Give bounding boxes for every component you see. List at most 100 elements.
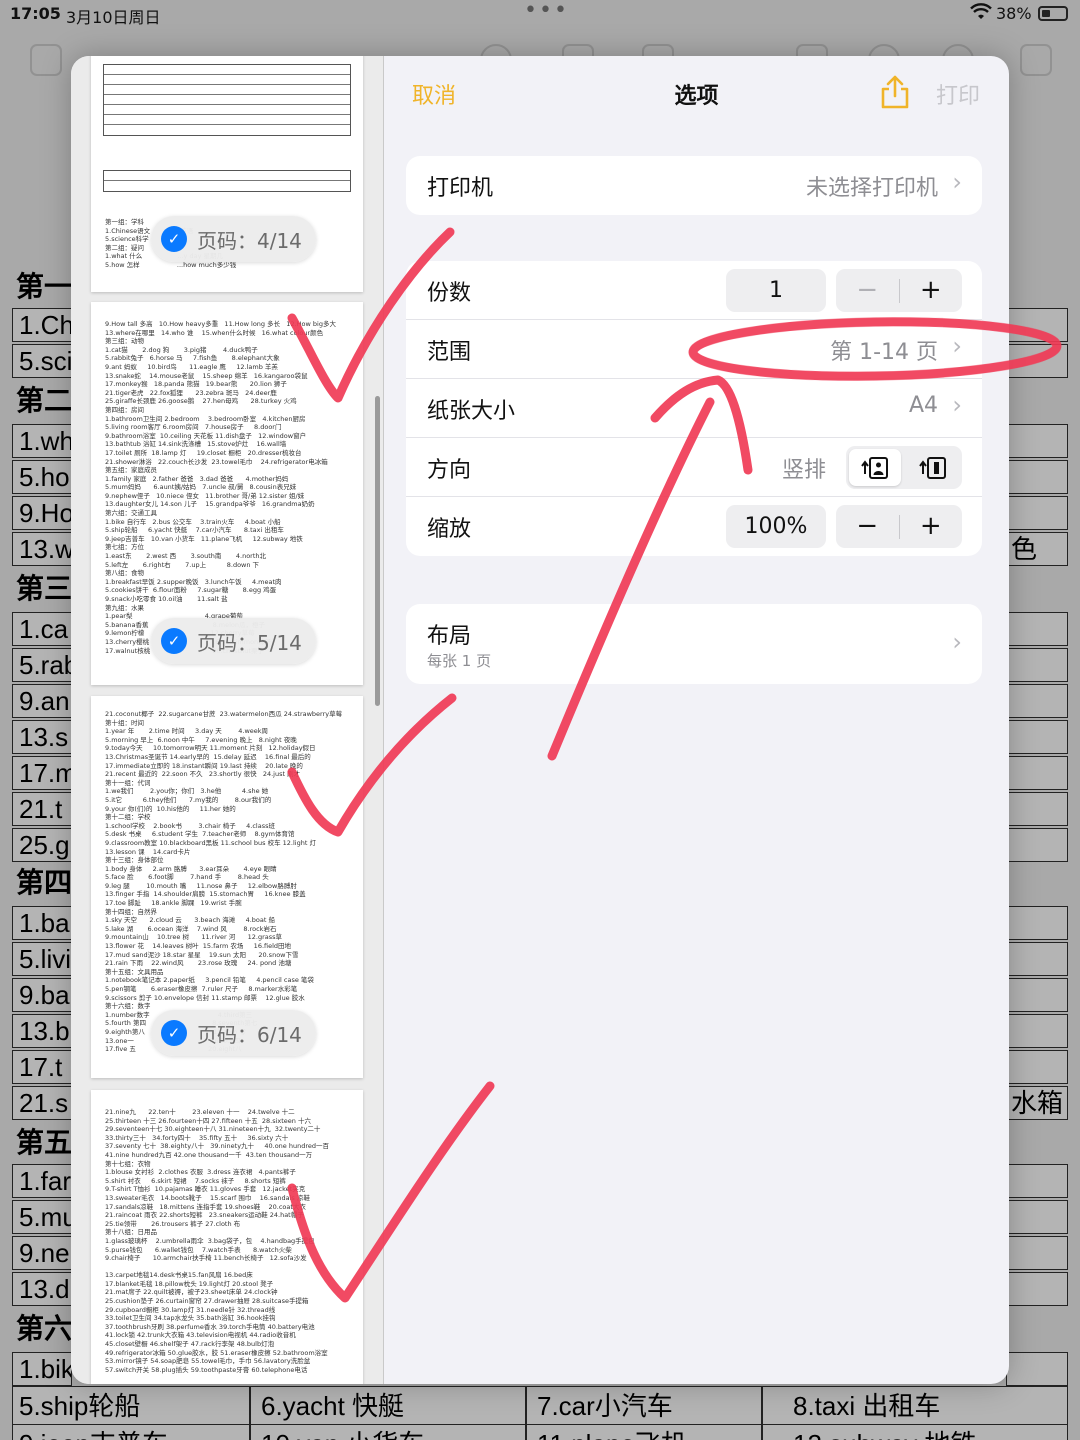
printer-group: 打印机 未选择打印机 › (406, 156, 982, 215)
copies-label: 份数 (427, 281, 472, 306)
bg-heading: 第三 (16, 573, 73, 604)
chevron-right-icon: › (952, 391, 962, 419)
bg-cell: 13.s (12, 720, 72, 754)
paper-size-label: 纸张大小 (427, 399, 516, 424)
orientation-segmented-control (846, 446, 962, 489)
layout-row[interactable]: 布局 每张 1 页 › (406, 604, 982, 684)
bg-heading: 第六 (16, 1313, 73, 1344)
bg-cell-right (1006, 1200, 1068, 1234)
bg-bottom-row-cut: 9.jeep吉普车 10.van 小货车 11.plane飞机 12.subwa… (12, 1424, 1068, 1440)
range-row[interactable]: 范围 第 1-14 页 › (406, 320, 982, 379)
options-title: 选项 (674, 84, 719, 109)
chevron-right-icon: › (952, 628, 962, 656)
page-badge: ✓ 页码：6/14 (151, 1010, 316, 1056)
scale-input[interactable]: 100% (726, 505, 826, 548)
bg-heading: 第二 (16, 385, 73, 416)
page-thumbnail[interactable]: 21.nine九 22.ten十 23.eleven 十一 24.twelve … (91, 1090, 363, 1384)
print-options-sheet: 第一组：学科 1.Chinese语文 ...ish 英语 5.science科学… (71, 56, 1009, 1384)
bg-cell-right (1006, 1050, 1068, 1084)
bg-cell: 13.d (12, 1272, 72, 1306)
copies-row: 份数 1 − + (406, 261, 982, 320)
checkmark-icon: ✓ (161, 628, 187, 654)
copies-decrement-button[interactable]: − (836, 269, 899, 312)
bg-cell-right (1006, 1014, 1068, 1048)
share-icon[interactable] (878, 74, 912, 110)
printer-row[interactable]: 打印机 未选择打印机 › (406, 156, 982, 215)
layout-group: 布局 每张 1 页 › (406, 604, 982, 684)
bg-cell-right (1006, 612, 1068, 646)
bg-cell: 17.t (12, 1050, 72, 1084)
paper-size-row[interactable]: 纸张大小 A4 › (406, 379, 982, 438)
bg-cell-right: 水箱 (1006, 1086, 1068, 1120)
thumbnail-scrollbar[interactable] (375, 396, 380, 706)
layout-value: 每张 1 页 (427, 652, 492, 670)
bg-cell-right (1006, 942, 1068, 976)
page-badge: ✓ 页码：5/14 (151, 618, 316, 664)
bg-cell: 1.ba (12, 906, 72, 940)
bg-cell: 1.ca (12, 612, 72, 646)
bg-bottom-cell: 12.subway 地铁 (793, 1425, 977, 1440)
bg-bottom-cell: 6.yacht 快艇 (261, 1391, 405, 1421)
bg-cell: 5.sci (12, 344, 72, 378)
bg-cell: 25.g (12, 828, 72, 862)
page-thumbnail[interactable]: 21.coconut椰子 22.sugarcane甘蔗 23.watermelo… (91, 696, 363, 1078)
page-thumbnail[interactable]: 9.How tall 多高 10.How heavy多重 11.How long… (91, 302, 363, 685)
range-label: 范围 (427, 340, 472, 365)
thumbnail-text: 21.nine九 22.ten十 23.eleven 十一 24.twelve … (105, 1108, 330, 1374)
thumbnail-table (103, 170, 351, 192)
printer-label: 打印机 (427, 176, 494, 201)
printer-value: 未选择打印机 (805, 176, 938, 201)
bg-cell-right (1006, 828, 1068, 862)
bg-cell: 13.b (12, 1014, 72, 1048)
options-nav-bar: 取消 选项 打印 (384, 56, 1009, 132)
checkmark-icon: ✓ (161, 1020, 187, 1046)
bg-cell: 9.ba (12, 978, 72, 1012)
bg-bottom-cell: 9.jeep吉普车 (19, 1425, 168, 1440)
page-thumbnails[interactable]: 第一组：学科 1.Chinese语文 ...ish 英语 5.science科学… (71, 56, 384, 1384)
bg-bottom-cell: 10.van 小货车 (261, 1425, 424, 1440)
bg-cell: 9.an (12, 684, 72, 718)
bg-bottom-cell: 5.ship轮船 (19, 1391, 141, 1421)
bg-cell-right: 色 (1006, 532, 1068, 566)
bg-bottom-cell: 11.plane飞机 (537, 1425, 687, 1440)
chevron-right-icon: › (952, 332, 962, 360)
page-badge-label: 页码：6/14 (197, 1022, 302, 1047)
thumbnail-text: 21.coconut椰子 22.sugarcane甘蔗 23.watermelo… (105, 710, 343, 1054)
orientation-value: 竖排 (781, 458, 826, 483)
scale-label: 缩放 (427, 517, 472, 542)
landscape-orientation-icon[interactable] (918, 456, 948, 480)
bg-cell-right (1006, 460, 1068, 494)
bg-cell: 9.ne (12, 1236, 72, 1270)
bg-heading: 第四 (16, 867, 73, 898)
bg-bottom-cell: 8.taxi 出租车 (793, 1391, 941, 1421)
bg-heading: 第五 (16, 1127, 73, 1158)
bg-cell: 9.Ho (12, 496, 72, 530)
orientation-label: 方向 (427, 458, 472, 483)
copies-increment-button[interactable]: + (900, 269, 963, 312)
print-button[interactable]: 打印 (936, 78, 980, 110)
bg-cell: 21.t (12, 792, 72, 826)
bg-cell-right (1006, 978, 1068, 1012)
bg-cell-right (1006, 648, 1068, 682)
scale-stepper: − + (836, 505, 962, 548)
scale-decrement-button[interactable]: − (836, 505, 899, 548)
portrait-orientation-icon[interactable] (860, 456, 890, 480)
range-value: 第 1-14 页 (830, 340, 938, 365)
bg-cell: 21.s (12, 1086, 72, 1120)
bg-cell: 5.ho (12, 460, 72, 494)
bg-cell-right (1006, 792, 1068, 826)
bg-heading: 第一 (16, 271, 73, 302)
scale-increment-button[interactable]: + (900, 505, 963, 548)
bg-bottom-row: 5.ship轮船 6.yacht 快艇 7.car小汽车 8.taxi 出租车 (12, 1386, 1068, 1426)
bg-cell-right (1006, 720, 1068, 754)
bg-cell-right (1006, 684, 1068, 718)
checkmark-icon: ✓ (161, 226, 187, 252)
bg-cell-right (1006, 496, 1068, 530)
bg-cell: 1.Ch (12, 308, 72, 342)
copies-input[interactable]: 1 (726, 269, 826, 312)
bg-cell-right (1006, 1272, 1068, 1306)
bg-cell: 1.far (12, 1164, 72, 1198)
thumbnail-table (103, 64, 351, 136)
bg-cell: 5.livi (12, 942, 72, 976)
page-thumbnail[interactable]: 第一组：学科 1.Chinese语文 ...ish 英语 5.science科学… (91, 56, 363, 292)
